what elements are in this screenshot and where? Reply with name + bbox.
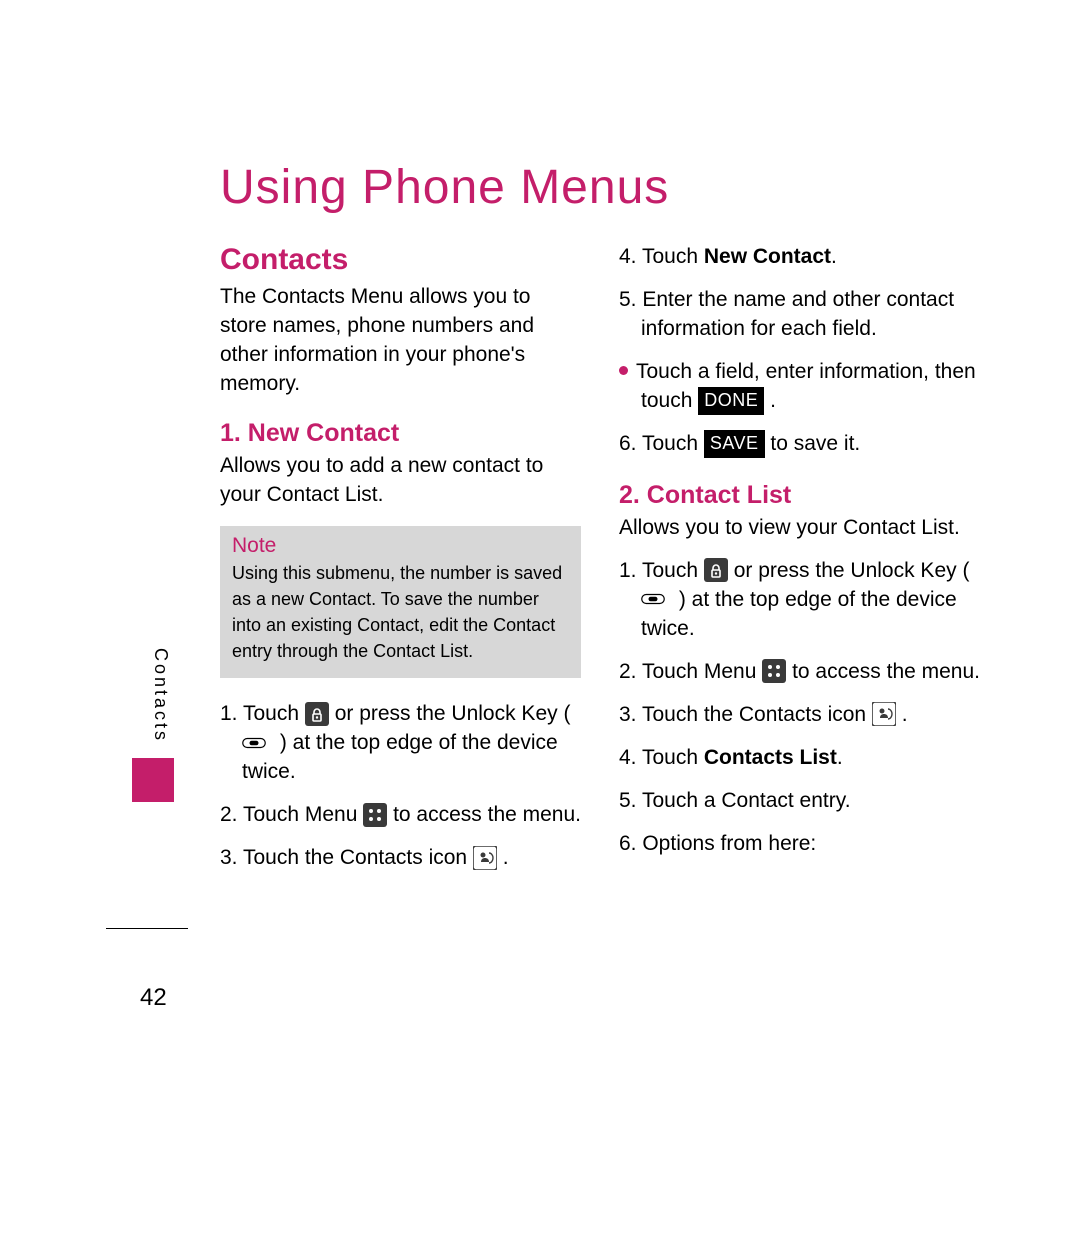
step-text: to access the menu. [792, 660, 980, 683]
right-cl-step-5: 5. Touch a Contact entry. [619, 787, 980, 816]
step-text: 1. Touch [619, 559, 704, 582]
step-text: . [770, 389, 776, 412]
right-cl-step-2: 2. Touch Menu to access the menu. [619, 658, 980, 687]
step-text: 2. Touch Menu [220, 803, 363, 826]
side-divider-line [106, 928, 188, 929]
step-text: to access the menu. [393, 803, 581, 826]
right-cl-step-6: 6. Options from here: [619, 830, 980, 859]
step-text: ) at the top edge of the device twice. [242, 731, 558, 783]
left-step-2: 2. Touch Menu to access the menu. [220, 801, 581, 830]
step-text: to save it. [770, 432, 860, 455]
right-cl-step-1: 1. Touch or press the Unlock Key ( ) at … [619, 557, 980, 644]
menu-grid-icon [762, 659, 786, 683]
step-text: or press the Unlock Key ( [734, 559, 970, 582]
step-text: . [831, 245, 837, 268]
unlock-key-icon [641, 587, 673, 611]
step-text: 4. Touch [619, 746, 704, 769]
left-step-1: 1. Touch or press the Unlock Key ( ) at … [220, 700, 581, 787]
right-cl-step-3: 3. Touch the Contacts icon . [619, 701, 980, 730]
page-number: 42 [140, 984, 167, 1012]
step-text: . [503, 846, 509, 869]
note-body: Using this submenu, the number is saved … [232, 560, 569, 664]
step-text: . [837, 746, 843, 769]
note-box: Note Using this submenu, the number is s… [220, 526, 581, 678]
contacts-intro-text: The Contacts Menu allows you to store na… [220, 283, 581, 399]
new-contact-intro: Allows you to add a new contact to your … [220, 452, 581, 510]
step-text: 3. Touch the Contacts icon [220, 846, 473, 869]
section-heading-contacts: Contacts [220, 243, 581, 277]
bullet-dot-icon [619, 366, 628, 375]
right-step-6: 6. Touch SAVE to save it. [619, 430, 980, 459]
side-tab-label: Contacts [150, 648, 171, 743]
side-marker [132, 758, 174, 802]
subsection-contact-list: 2. Contact List [619, 481, 980, 510]
note-label: Note [232, 534, 569, 558]
contacts-icon [872, 702, 896, 726]
left-column: Contacts The Contacts Menu allows you to… [220, 243, 581, 873]
save-badge: SAVE [704, 430, 765, 458]
lock-icon [305, 702, 329, 726]
step-text: 6. Touch [619, 432, 704, 455]
subsection-new-contact: 1. New Contact [220, 419, 581, 448]
step-text: Touch a field, enter information, then t… [636, 360, 976, 412]
right-step-4: 4. Touch New Contact. [619, 243, 980, 272]
right-column: 4. Touch New Contact. 5. Enter the name … [619, 243, 980, 873]
manual-page: Using Phone Menus Contacts The Contacts … [0, 0, 1080, 1234]
step-text: 3. Touch the Contacts icon [619, 703, 872, 726]
unlock-key-icon [242, 731, 274, 755]
step-text: . [902, 703, 908, 726]
step-text: 2. Touch Menu [619, 660, 762, 683]
contacts-icon [473, 846, 497, 870]
contact-list-intro: Allows you to view your Contact List. [619, 514, 980, 543]
left-step-3: 3. Touch the Contacts icon . [220, 844, 581, 873]
right-step-5: 5. Enter the name and other contact info… [619, 286, 980, 344]
two-column-layout: Contacts The Contacts Menu allows you to… [220, 243, 980, 873]
lock-icon [704, 558, 728, 582]
step-bold-label: New Contact [704, 245, 831, 268]
step-text: ) at the top edge of the device twice. [641, 588, 957, 640]
step-bold-label: Contacts List [704, 746, 837, 769]
step-text: or press the Unlock Key ( [335, 702, 571, 725]
done-badge: DONE [698, 387, 764, 415]
right-cl-step-4: 4. Touch Contacts List. [619, 744, 980, 773]
menu-grid-icon [363, 803, 387, 827]
step-text: 4. Touch [619, 245, 704, 268]
right-bullet-1: Touch a field, enter information, then t… [619, 358, 980, 416]
step-text: 1. Touch [220, 702, 305, 725]
page-title: Using Phone Menus [220, 160, 980, 215]
